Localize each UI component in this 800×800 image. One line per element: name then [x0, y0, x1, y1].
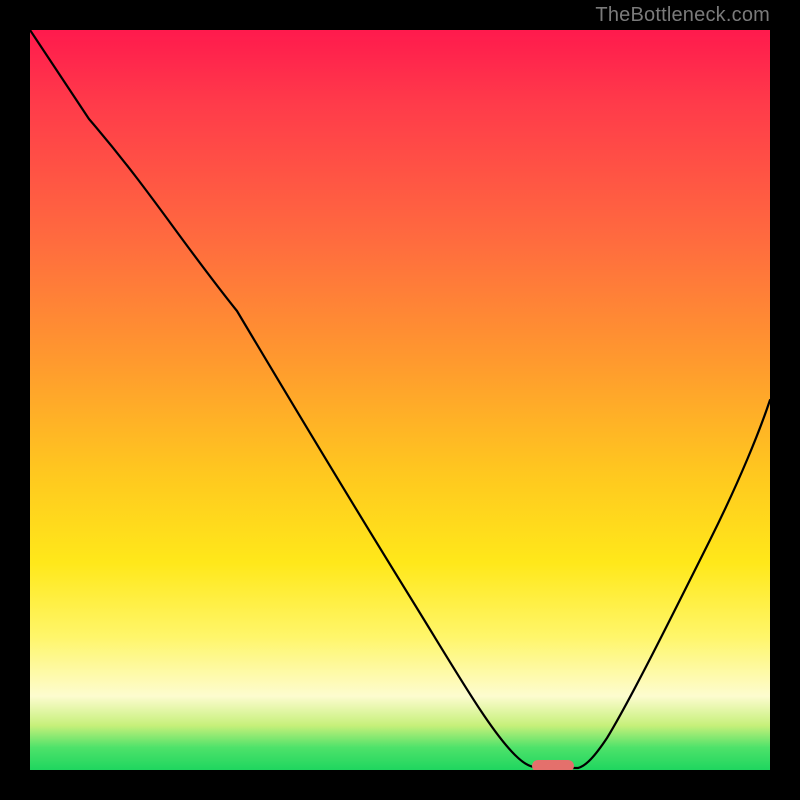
curve-layer [30, 30, 770, 770]
watermark-text: TheBottleneck.com [595, 4, 770, 27]
optimal-marker [532, 760, 574, 770]
chart-frame: TheBottleneck.com [0, 0, 800, 800]
bottleneck-curve [30, 30, 770, 768]
plot-area [30, 30, 770, 770]
